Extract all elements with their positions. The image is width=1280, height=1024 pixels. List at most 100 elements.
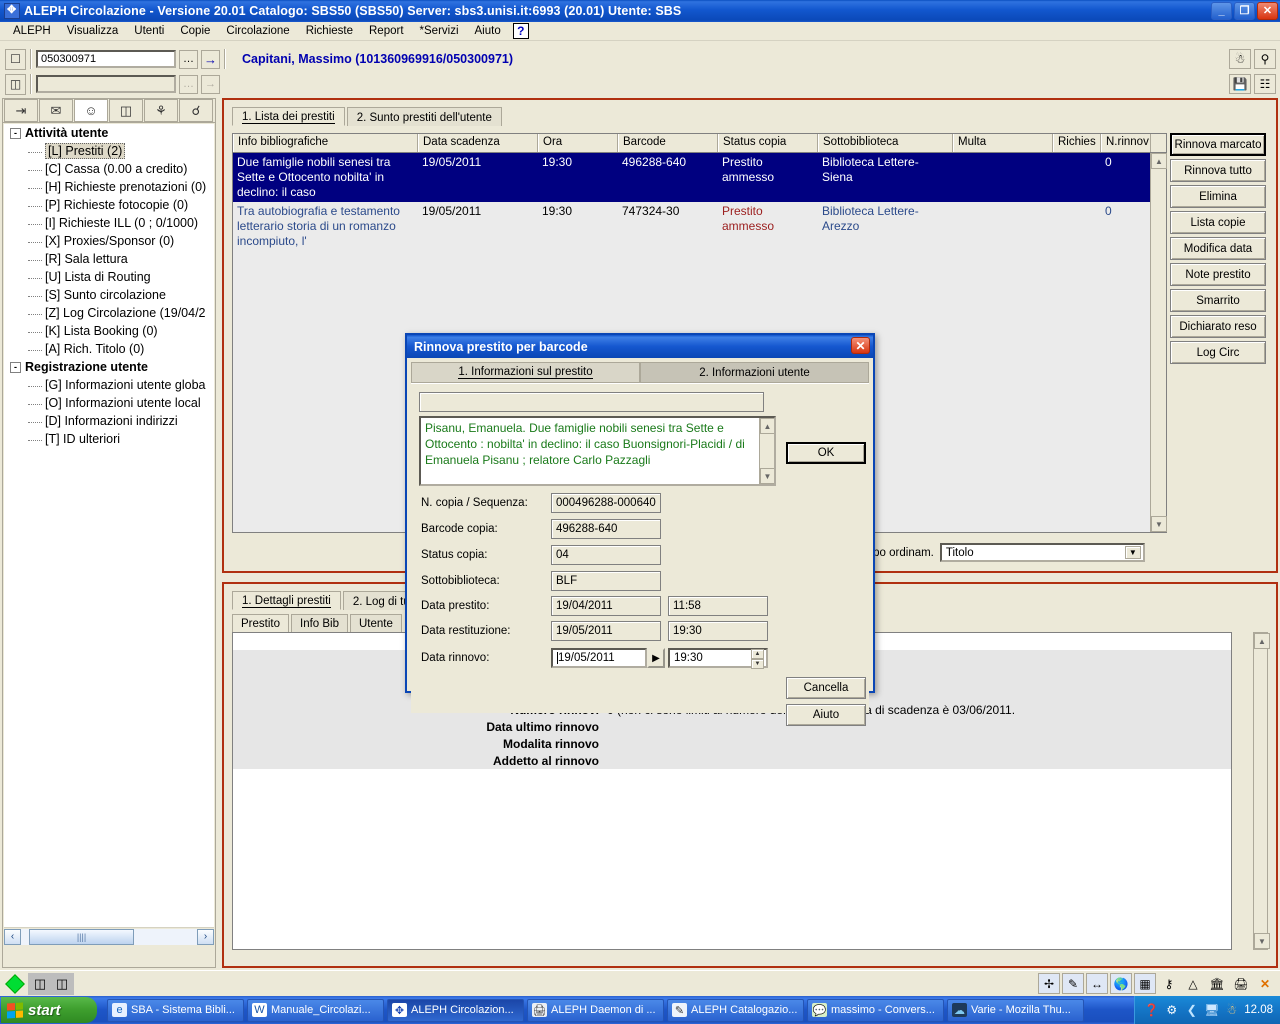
scroll-down-button[interactable]: ▼ — [1254, 933, 1270, 949]
browse-ellipsis-button-2[interactable]: … — [179, 74, 198, 94]
dialog-header-field[interactable] — [419, 392, 764, 412]
cancella-button[interactable]: Cancella — [786, 677, 866, 699]
field-data-rinnovo[interactable]: 19/05/2011 — [551, 648, 647, 668]
globe-icon[interactable]: 🌎 — [1110, 973, 1132, 994]
sidebar-item-sala-lettura[interactable]: [R] Sala lettura — [4, 250, 214, 268]
move-icon[interactable]: ✢ — [1038, 973, 1060, 994]
basket-icon[interactable]: ⚘ — [144, 99, 178, 122]
copy-barcode-input[interactable] — [36, 75, 176, 93]
go-arrow-button[interactable]: → — [201, 49, 220, 69]
scroll-left-button[interactable]: ‹ — [4, 928, 21, 945]
menu-item-servizi[interactable]: *Servizi — [412, 24, 467, 38]
sidebar-item-log-circolazione[interactable]: [Z] Log Circolazione (19/04/2 — [4, 304, 214, 322]
chevron-down-icon[interactable]: ▼ — [1124, 546, 1141, 559]
stepper-down-icon[interactable]: ▼ — [751, 659, 764, 669]
elimina-button[interactable]: Elimina — [1170, 185, 1266, 208]
column-header-n-rinnov[interactable]: N.rinnov — [1101, 134, 1151, 152]
menu-item-richieste[interactable]: Richieste — [298, 24, 361, 38]
minimize-button[interactable]: _ — [1211, 2, 1232, 20]
scroll-up-button[interactable]: ▲ — [1151, 153, 1167, 169]
list-icon[interactable]: ☷ — [1254, 74, 1276, 94]
taskbar-item-aleph-daemon[interactable]: 🖨 ALEPH Daemon di ... — [527, 998, 664, 1022]
sidebar-item-lista-routing[interactable]: [U] Lista di Routing — [4, 268, 214, 286]
start-button[interactable]: start — [1, 997, 97, 1023]
column-header-multa[interactable]: Multa — [953, 134, 1053, 152]
sidebar-item-richieste-ill[interactable]: [I] Richieste ILL (0 ; 0/1000) — [4, 214, 214, 232]
taskbar-item-manuale[interactable]: W Manuale_Circolazi... — [247, 998, 384, 1022]
details-scrollbar[interactable]: ▲ ▼ — [1253, 632, 1270, 950]
cube-icon[interactable]: ◫ — [29, 974, 51, 994]
column-header-richies[interactable]: Richies — [1053, 134, 1101, 152]
table-row[interactable]: Tra autobiografia e testamento letterari… — [233, 202, 1166, 251]
tab-sunto-prestiti[interactable]: 2. Sunto prestiti dell'utente — [346, 107, 502, 126]
dichiarato-reso-button[interactable]: Dichiarato reso — [1170, 315, 1266, 338]
note-prestito-button[interactable]: Note prestito — [1170, 263, 1266, 286]
lista-copie-button[interactable]: Lista copie — [1170, 211, 1266, 234]
scroll-track[interactable]: |||| — [21, 928, 197, 945]
dialog-tab-informazioni-utente[interactable]: 2. Informazioni utente — [640, 362, 869, 383]
patron-barcode-input[interactable] — [36, 50, 176, 68]
sidebar-item-proxies-sponsor[interactable]: [X] Proxies/Sponsor (0) — [4, 232, 214, 250]
column-header-data-scadenza[interactable]: Data scadenza — [418, 134, 538, 152]
taskbar-item-sba[interactable]: e SBA - Sistema Bibli... — [107, 998, 244, 1022]
log-circ-button[interactable]: Log Circ — [1170, 341, 1266, 364]
sidebar-item-prestiti[interactable]: [L] Prestiti (2) — [4, 142, 214, 160]
tree-group-attivita-utente[interactable]: - Attività utente — [4, 124, 214, 142]
scroll-up-button[interactable]: ▲ — [1254, 633, 1270, 649]
calendar-picker-icon[interactable]: ▶ — [647, 648, 665, 668]
bibliographic-text-area[interactable]: Pisanu, Emanuela. Due famiglie nobili se… — [419, 416, 776, 486]
sidebar-item-rich-titolo[interactable]: [A] Rich. Titolo (0) — [4, 340, 214, 358]
tree-horizontal-scrollbar[interactable]: ‹ |||| › — [4, 927, 214, 945]
copies-icon[interactable]: ◫ — [109, 99, 143, 122]
column-header-ora[interactable]: Ora — [538, 134, 618, 152]
menu-item-aiuto[interactable]: Aiuto — [467, 24, 509, 38]
rinnova-marcato-button[interactable]: Rinnova marcato — [1170, 133, 1266, 156]
stepper-up-icon[interactable]: ▲ — [751, 649, 764, 659]
bank-icon[interactable]: 🏛 — [1206, 973, 1228, 994]
sidebar-item-info-indirizzi[interactable]: [D] Informazioni indirizzi — [4, 412, 214, 430]
column-header-status-copia[interactable]: Status copia — [718, 134, 818, 152]
show-hidden-icon[interactable]: ❮ — [1184, 1003, 1199, 1018]
maximize-button[interactable]: ❐ — [1234, 2, 1255, 20]
tree-group-registrazione-utente[interactable]: - Registrazione utente — [4, 358, 214, 376]
column-header-barcode[interactable]: Barcode — [618, 134, 718, 152]
grid-icon[interactable]: ▦ — [1134, 973, 1156, 994]
marc-icon[interactable]: ✎ — [1062, 973, 1084, 994]
search-icon[interactable]: ☌ — [179, 99, 213, 122]
taskbar-item-aleph-circolazione[interactable]: ✥ ALEPH Circolazion... — [387, 998, 524, 1022]
time-stepper[interactable]: ▲ ▼ — [751, 649, 764, 669]
taskbar-item-massimo-chat[interactable]: 💬 massimo - Convers... — [807, 998, 944, 1022]
taskbar-item-thunderbird[interactable]: ☁ Varie - Mozilla Thu... — [947, 998, 1084, 1022]
scroll-up-button[interactable]: ▲ — [760, 418, 774, 434]
subtab-utente[interactable]: Utente — [350, 614, 402, 632]
smarrito-button[interactable]: Smarrito — [1170, 289, 1266, 312]
sidebar-item-richieste-fotocopie[interactable]: [P] Richieste fotocopie (0) — [4, 196, 214, 214]
user-photo-icon[interactable]: ☃ — [1229, 49, 1251, 69]
sidebar-item-info-utente-globali[interactable]: [G] Informazioni utente globa — [4, 376, 214, 394]
close-button[interactable]: ✕ — [1257, 2, 1278, 20]
copies-icon[interactable]: ◫ — [5, 73, 26, 95]
printer-icon[interactable]: 🖨 — [1230, 973, 1252, 994]
tab-lista-dei-prestiti[interactable]: 1. Lista dei prestiti — [232, 107, 345, 126]
go-arrow-button-2[interactable]: → — [201, 74, 220, 94]
updates-icon[interactable]: ⚙ — [1164, 1003, 1179, 1018]
patron-icon[interactable]: ☺ — [74, 99, 108, 122]
menu-item-utenti[interactable]: Utenti — [126, 24, 172, 38]
dialog-close-icon[interactable]: ✕ — [851, 337, 870, 354]
close-x-icon[interactable]: ✕ — [1254, 973, 1276, 994]
patron-card-icon[interactable]: ☐ — [5, 48, 26, 70]
scroll-right-button[interactable]: › — [197, 928, 214, 945]
modifica-data-button[interactable]: Modifica data — [1170, 237, 1266, 260]
tab-dettagli-prestiti[interactable]: 1. Dettagli prestiti — [232, 591, 341, 610]
sidebar-item-info-utente-locali[interactable]: [O] Informazioni utente local — [4, 394, 214, 412]
sidebar-item-lista-booking[interactable]: [K] Lista Booking (0) — [4, 322, 214, 340]
taskbar-item-aleph-catalogazione[interactable]: ✎ ALEPH Catalogazio... — [667, 998, 804, 1022]
expand-icon[interactable]: ↔ — [1086, 973, 1108, 994]
cube-icon[interactable]: ◫ — [51, 974, 73, 994]
scroll-down-button[interactable]: ▼ — [760, 468, 774, 484]
mail-icon[interactable]: ✉ — [39, 99, 73, 122]
sidebar-item-id-ulteriori[interactable]: [T] ID ulteriori — [4, 430, 214, 448]
expander-icon[interactable]: - — [10, 361, 21, 373]
sidebar-item-richieste-prenotazioni[interactable]: [H] Richieste prenotazioni (0) — [4, 178, 214, 196]
loans-grid-scrollbar[interactable]: ▲ ▼ — [1150, 153, 1167, 532]
